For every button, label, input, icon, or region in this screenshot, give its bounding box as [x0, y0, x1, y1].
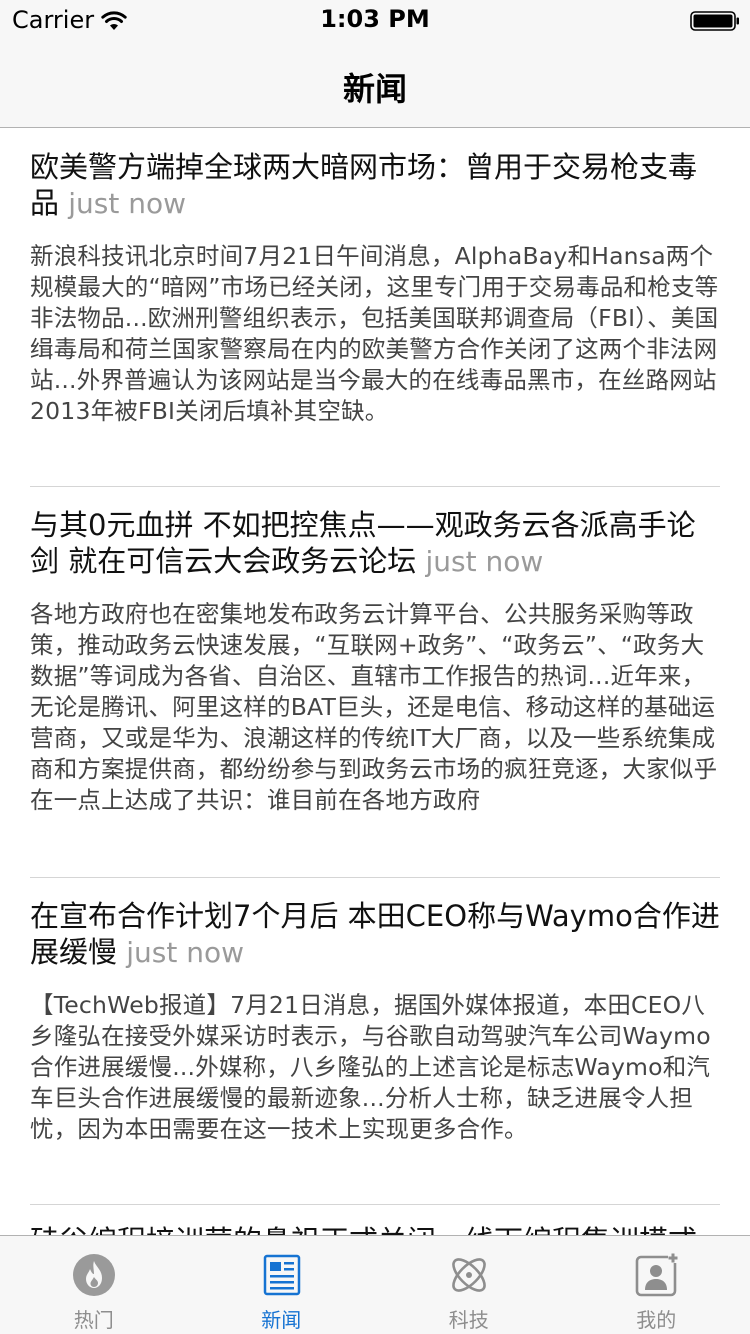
- status-bar: Carrier 1:03 PM: [0, 0, 750, 40]
- news-item[interactable]: 与其0元血拼 不如把控焦点——观政务云各派高手论剑 就在可信云大会政务云论坛 j…: [30, 487, 720, 878]
- news-time: just now: [68, 187, 187, 220]
- flame-icon: [73, 1254, 115, 1296]
- top-bar: Carrier 1:03 PM 新闻: [0, 0, 750, 128]
- tab-label: 热门: [73, 1308, 114, 1332]
- tab-label: 新闻: [261, 1308, 302, 1332]
- news-title: 与其0元血拼 不如把控焦点——观政务云各派高手论剑 就在可信云大会政务云论坛 j…: [30, 507, 720, 580]
- tab-label: 我的: [636, 1308, 677, 1332]
- news-title-text: 与其0元血拼 不如把控焦点——观政务云各派高手论剑 就在可信云大会政务云论坛: [30, 508, 696, 578]
- news-summary: 各地方政府也在密集地发布政务云计算平台、公共服务采购等政策，推动政务云快速发展，…: [30, 600, 718, 814]
- news-summary: 【TechWeb报道】7月21日消息，据国外媒体报道，本田CEO八乡隆弘在接受外…: [30, 991, 711, 1143]
- screen: Carrier 1:03 PM 新闻 欧美警方端掉全球两大暗网市场：曾用于交易枪…: [0, 0, 750, 1334]
- newspaper-icon: [263, 1254, 300, 1296]
- tab-profile[interactable]: 我的: [563, 1236, 750, 1334]
- tab-hot[interactable]: 热门: [0, 1236, 188, 1334]
- news-title: 硅谷编程培训营的鼻祖正式关闭，线下编程集训模式: [30, 1223, 720, 1235]
- page-title: 新闻: [342, 70, 407, 108]
- news-title: 在宣布合作计划7个月后 本田CEO称与Waymo合作进展缓慢 just now: [30, 898, 720, 971]
- news-item[interactable]: 硅谷编程培训营的鼻祖正式关闭，线下编程集训模式: [30, 1205, 720, 1235]
- news-time: just now: [126, 936, 245, 969]
- tab-label: 科技: [448, 1308, 489, 1332]
- tab-news[interactable]: 新闻: [188, 1236, 376, 1334]
- news-title: 欧美警方端掉全球两大暗网市场：曾用于交易枪支毒品 just now: [30, 149, 720, 222]
- battery-icon: [690, 11, 739, 31]
- news-title-text: 硅谷编程培训营的鼻祖正式关闭，线下编程集训模式: [30, 1224, 697, 1235]
- tab-bar: 热门 新闻 科技 我的: [0, 1235, 750, 1334]
- status-time: 1:03 PM: [320, 5, 430, 33]
- tab-tech[interactable]: 科技: [375, 1236, 563, 1334]
- news-time: just now: [425, 545, 544, 578]
- news-item[interactable]: 欧美警方端掉全球两大暗网市场：曾用于交易枪支毒品 just now 新浪科技讯北…: [30, 129, 720, 487]
- news-summary: 新浪科技讯北京时间7月21日午间消息，AlphaBay和Hansa两个规模最大的…: [30, 242, 719, 425]
- news-item[interactable]: 在宣布合作计划7个月后 本田CEO称与Waymo合作进展缓慢 just now …: [30, 878, 720, 1205]
- profile-icon: [635, 1253, 678, 1297]
- atom-icon: [452, 1258, 486, 1292]
- news-list[interactable]: 欧美警方端掉全球两大暗网市场：曾用于交易枪支毒品 just now 新浪科技讯北…: [0, 129, 750, 1235]
